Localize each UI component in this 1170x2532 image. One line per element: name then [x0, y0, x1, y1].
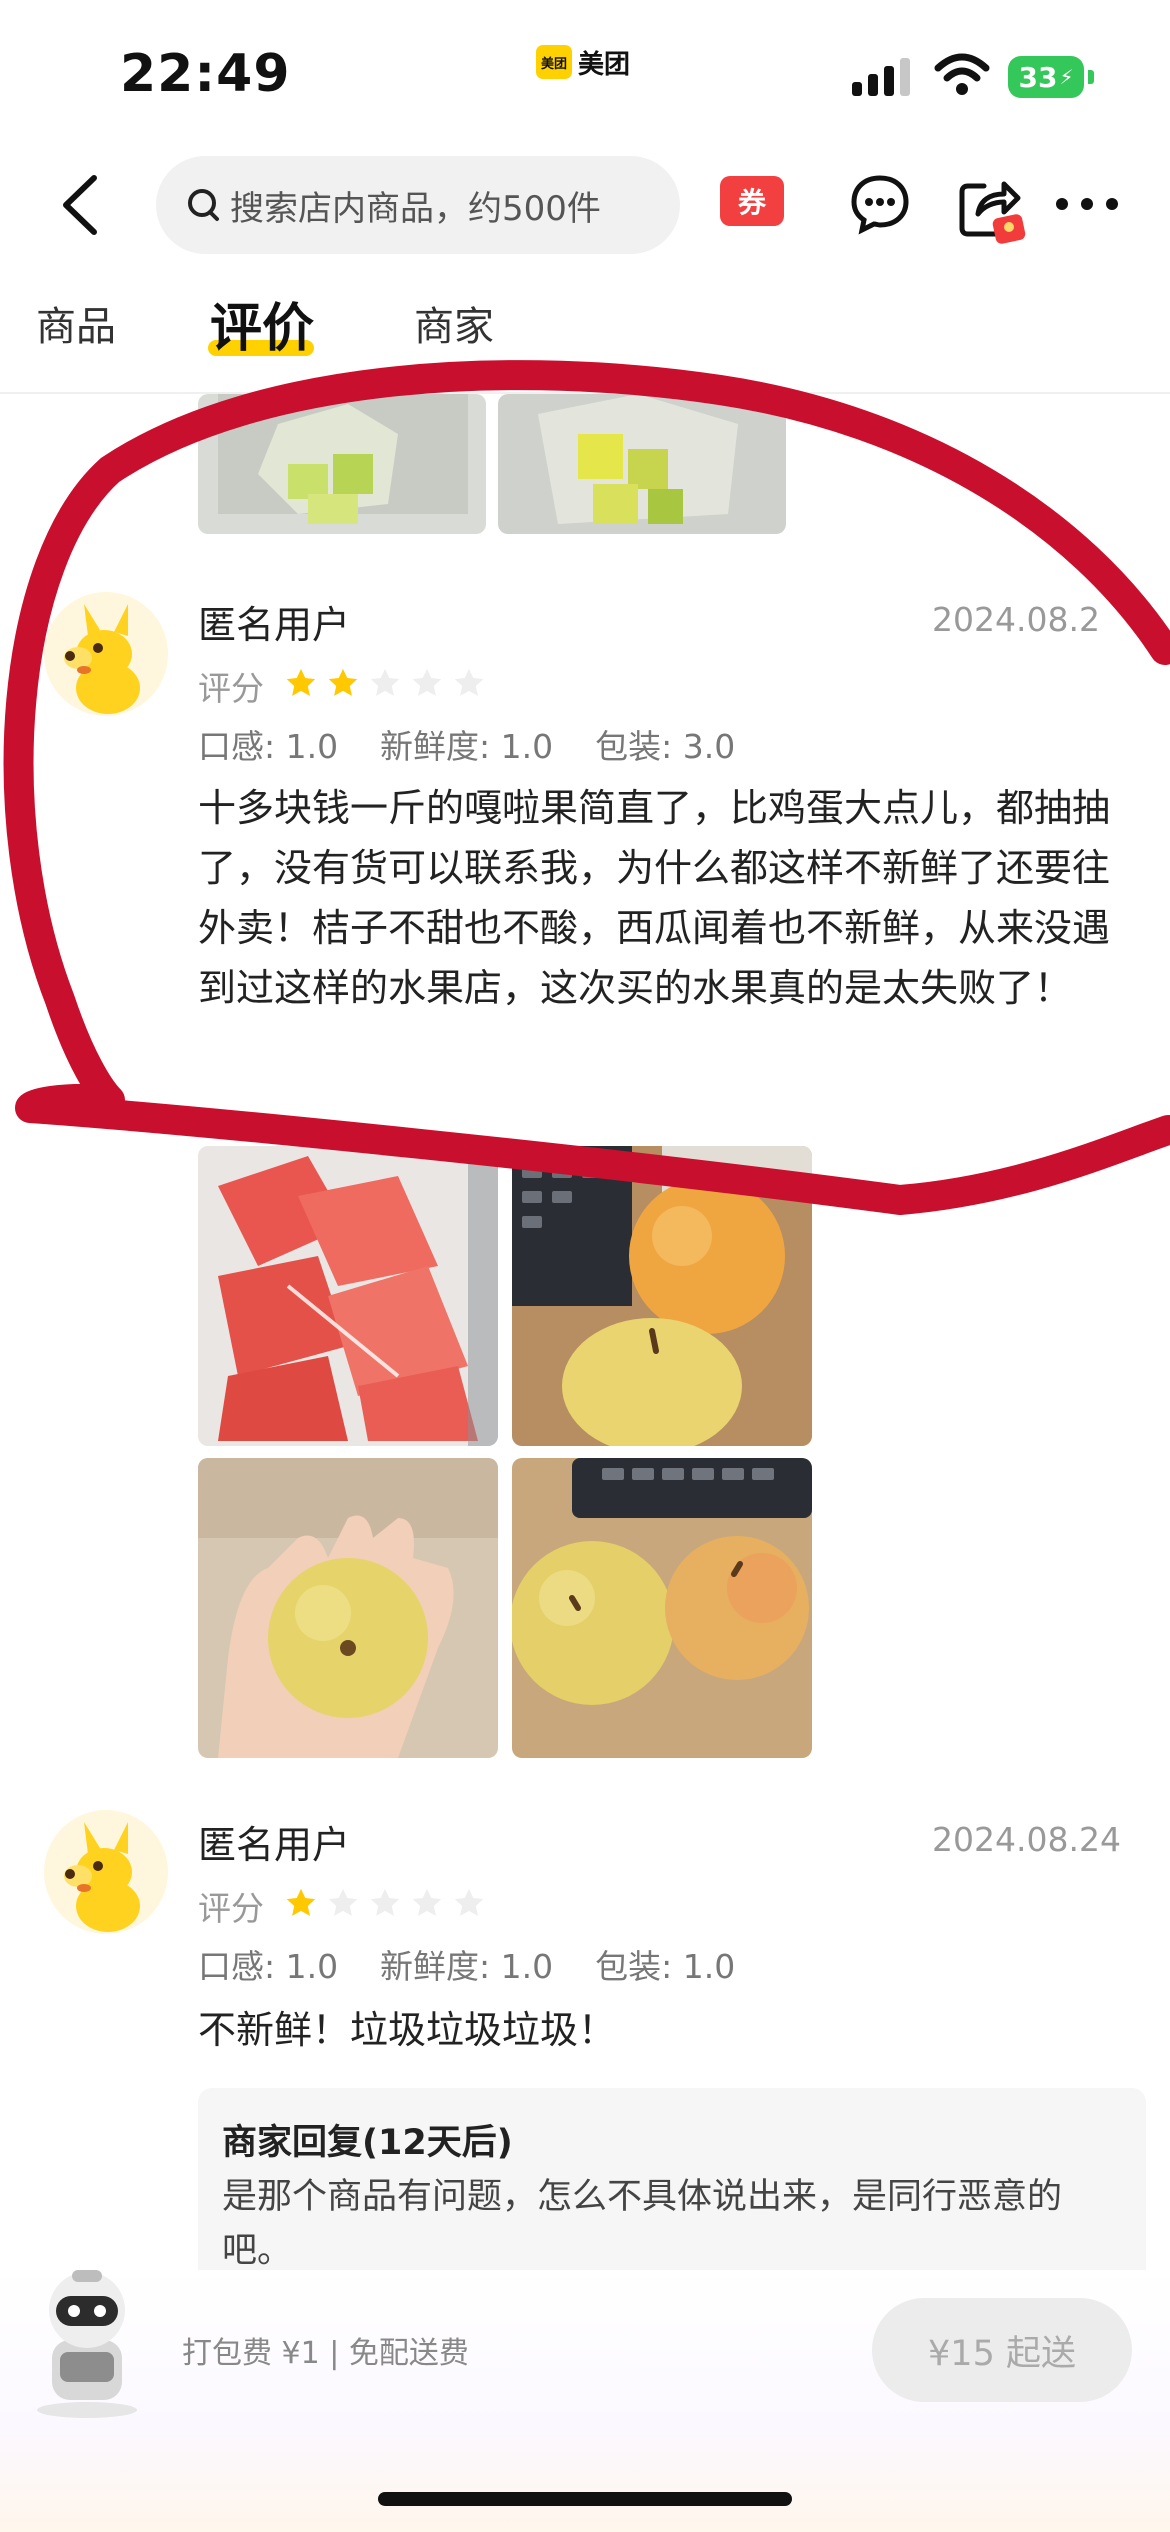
search-input[interactable]: 搜索店内商品，约500件 — [156, 156, 680, 254]
star-empty-icon — [328, 1888, 358, 1916]
merchant-reply-title: 商家回复(12天后) — [222, 2123, 513, 2163]
assistant-robot-icon[interactable] — [22, 2260, 152, 2420]
chat-icon[interactable] — [848, 172, 912, 236]
review-date: 2024.08.2 — [932, 600, 1100, 639]
more-icon[interactable] — [1052, 172, 1122, 236]
tab-products[interactable]: 商品 — [36, 294, 116, 352]
review-photo-orange-apple[interactable] — [512, 1146, 812, 1446]
star-rating — [284, 666, 486, 700]
merchant-reply: 商家回复(12天后) 是那个商品有问题，怎么不具体说出来，是同行恶意的吧。 — [198, 2088, 1146, 2274]
star-empty-icon — [454, 1888, 484, 1916]
share-icon[interactable] — [954, 172, 1030, 248]
home-indicator[interactable] — [378, 2492, 792, 2506]
star-filled-icon — [328, 668, 358, 696]
review-date: 2024.08.24 — [932, 1820, 1121, 1859]
star-empty-icon — [454, 668, 484, 696]
star-empty-icon — [412, 1888, 442, 1916]
tab-merchant[interactable]: 商家 — [414, 294, 494, 352]
app-badge-label: 美团 — [578, 49, 631, 80]
battery-tip — [1088, 70, 1094, 84]
search-icon — [188, 189, 219, 221]
signal-icon — [852, 58, 910, 96]
battery-level: 33 — [1018, 60, 1058, 94]
app-badge: 美团 美团 — [536, 44, 630, 80]
back-arrow-icon[interactable] — [52, 170, 112, 240]
star-filled-icon — [286, 1888, 316, 1916]
review-text: 十多块钱一斤的嘎啦果简直了，比鸡蛋大点儿，都抽抽了，没有货可以联系我，为什么都这… — [198, 786, 1111, 1010]
rating-label: 评分 — [198, 669, 264, 708]
review-scores: 口感: 1.0 新鲜度: 1.0 包装: 1.0 — [198, 1947, 736, 1986]
avatar — [44, 1810, 168, 1934]
star-empty-icon — [370, 668, 400, 696]
star-empty-icon — [370, 1888, 400, 1916]
review-photo-apple-in-hand[interactable] — [198, 1458, 498, 1758]
review-scores: 口感: 1.0 新鲜度: 1.0 包装: 3.0 — [198, 727, 736, 766]
merchant-reply-text: 是那个商品有问题，怎么不具体说出来，是同行恶意的吧。 — [222, 2177, 1063, 2271]
rating-label: 评分 — [198, 1889, 264, 1928]
bottom-bar: 打包费 ¥1 | 免配送费 ¥15 起送 — [0, 2270, 1170, 2532]
status-time: 22:49 — [120, 44, 291, 104]
review-photo-two-apples[interactable] — [512, 1458, 812, 1758]
search-placeholder: 搜索店内商品，约500件 — [230, 188, 601, 229]
star-empty-icon — [412, 668, 442, 696]
reviews-list: 匿名用户 2024.08.2 评分 口感: 1.0 新鲜度: 1.0 包装: 3… — [0, 394, 1170, 2274]
tab-reviews[interactable]: 评价 — [210, 286, 314, 361]
navigation-bar: 搜索店内商品，约500件 券 — [0, 150, 1170, 260]
battery-icon: 33 ⚡ — [1008, 56, 1084, 98]
previous-review-photo[interactable] — [198, 394, 486, 534]
meituan-logo-icon: 美团 — [536, 45, 572, 79]
status-bar: 22:49 美团 美团 33 ⚡ — [0, 0, 1170, 140]
review-username: 匿名用户 — [198, 1823, 351, 1867]
star-filled-icon — [286, 668, 316, 696]
review-photo-watermelon[interactable] — [198, 1146, 498, 1446]
wifi-icon — [934, 53, 990, 95]
review-text: 不新鲜！垃圾垃圾垃圾！ — [198, 2008, 617, 2052]
review-username: 匿名用户 — [198, 603, 351, 647]
coupon-button[interactable]: 券 — [720, 176, 784, 226]
tab-bar: 商品 评价 商家 — [0, 276, 1170, 394]
min-order-button[interactable]: ¥15 起送 — [872, 2298, 1132, 2402]
avatar — [44, 592, 168, 716]
star-rating — [284, 1886, 486, 1920]
packing-fee-text: 打包费 ¥1 | 免配送费 — [182, 2336, 469, 2371]
previous-review-photo[interactable] — [498, 394, 786, 534]
